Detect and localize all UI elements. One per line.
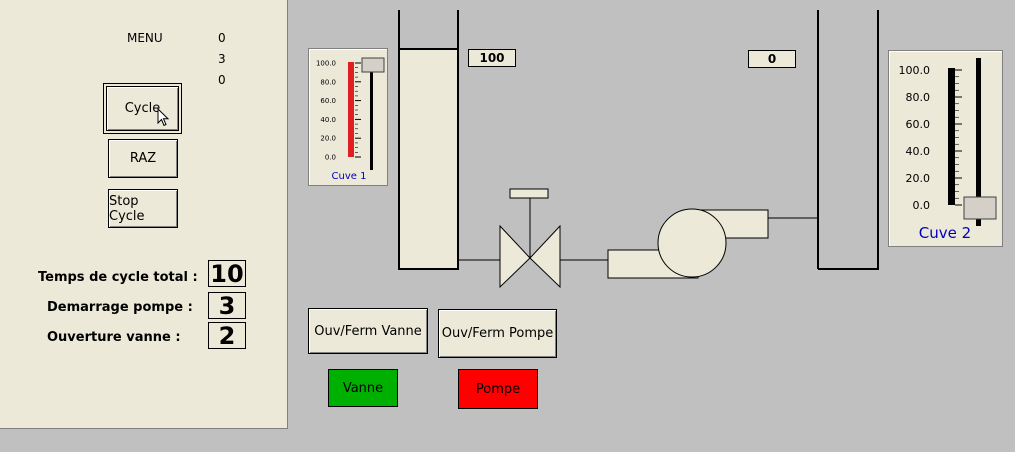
pump-status-label: Pompe [475,381,521,397]
tank-1-level-display: 100 [468,49,516,67]
gauge-2-tick-label: 100.0 [899,64,931,77]
valve-status-indicator: Vanne [328,369,398,407]
toggle-pump-label: Ouv/Ferm Pompe [441,326,554,341]
valve-status-label: Vanne [342,380,384,396]
toggle-valve-label: Ouv/Ferm Vanne [314,323,422,339]
toggle-pump-button[interactable]: Ouv/Ferm Pompe [438,309,557,358]
gauge-1-scale: 100.0 80.0 60.0 40.0 20.0 0.0 [316,57,385,170]
gauge-1-tick-label: 100.0 [316,59,336,67]
tank-2 [817,10,879,270]
gauge-2-tick-label: 80.0 [906,91,931,104]
gauge-1-label: Cuve 1 [331,171,367,182]
tank-1 [398,10,459,270]
gauge-2-slider-handle[interactable] [963,196,997,220]
gauge-1-tick-label: 20.0 [320,135,336,143]
tank-1-liquid [398,48,459,270]
gauge-2-tick-label: 0.0 [913,199,931,212]
gauge-1-tick-label: 80.0 [320,78,336,86]
gauge-1-level-bar [348,62,354,157]
gauge-1-tick-label: 60.0 [320,97,336,105]
gauge-1-slider-handle[interactable] [361,57,385,73]
gauge-2-tick-label: 60.0 [906,118,931,131]
gauge-1-tick-label: 0.0 [325,153,336,161]
gauge-cuve-2: 100.0 80.0 60.0 40.0 20.0 0.0 Cuve 2 [888,50,1003,247]
gauge-1-tick-label: 40.0 [320,116,336,124]
pump-icon [607,208,769,279]
valve-icon [499,188,561,289]
toggle-valve-button[interactable]: Ouv/Ferm Vanne [308,308,428,354]
gauge-2-label: Cuve 2 [918,224,972,242]
gauge-2-tick-label: 40.0 [906,145,931,158]
gauge-2-tick-label: 20.0 [906,172,931,185]
gauge-2-scale: 100.0 80.0 60.0 40.0 20.0 0.0 [899,58,997,226]
pump-status-indicator: Pompe [458,369,538,409]
gauge-cuve-1: 100.0 80.0 60.0 40.0 20.0 0.0 Cuve 1 [308,48,388,186]
tank-2-level-display: 0 [748,50,796,68]
